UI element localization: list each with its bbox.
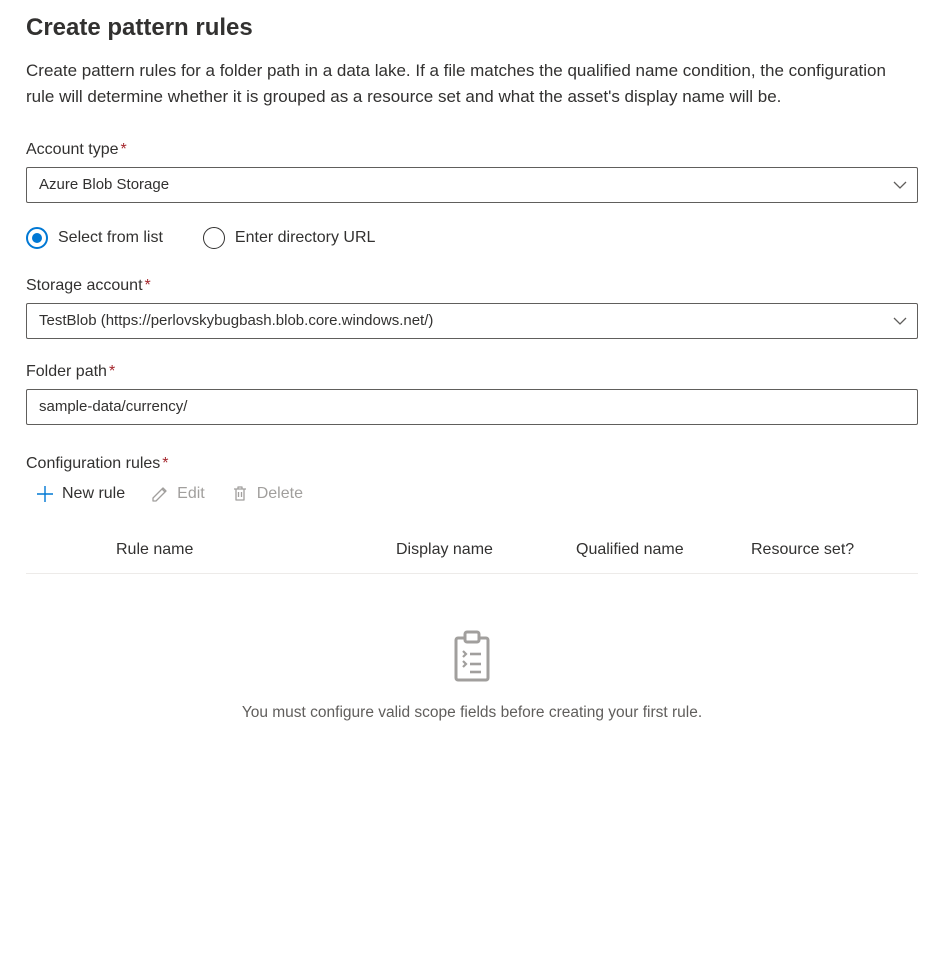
empty-message: You must configure valid scope fields be… [26,704,918,722]
empty-rules-area: You must configure valid scope fields be… [26,574,918,722]
new-rule-label: New rule [62,485,125,503]
storage-account-value: TestBlob (https://perlovskybugbash.blob.… [39,312,433,329]
config-rules-label: Configuration rules* [26,455,918,473]
edit-icon [151,485,169,503]
page-title: Create pattern rules [26,14,918,42]
col-header-rule-name: Rule name [116,541,396,559]
delete-label: Delete [257,485,303,503]
col-header-display-name: Display name [396,541,576,559]
delete-button: Delete [231,485,303,503]
radio-icon-selected [26,227,48,249]
page-description: Create pattern rules for a folder path i… [26,58,918,111]
edit-button: Edit [151,485,205,503]
account-type-label: Account type* [26,141,918,159]
radio-icon-unselected [203,227,225,249]
radio-enter-directory-url[interactable]: Enter directory URL [203,227,376,249]
chevron-down-icon [893,178,907,192]
radio-select-from-list-label: Select from list [58,229,163,247]
edit-label: Edit [177,485,205,503]
radio-select-from-list[interactable]: Select from list [26,227,163,249]
col-header-qualified-name: Qualified name [576,541,751,559]
folder-path-label: Folder path* [26,363,918,381]
clipboard-icon [450,630,494,684]
required-marker: * [109,363,115,380]
trash-icon [231,485,249,503]
required-marker: * [162,455,168,472]
col-header-resource-set: Resource set? [751,541,918,559]
new-rule-button[interactable]: New rule [36,485,125,503]
folder-path-input[interactable] [26,389,918,425]
required-marker: * [145,277,151,294]
required-marker: * [121,141,127,158]
account-type-select[interactable]: Azure Blob Storage [26,167,918,203]
plus-icon [36,485,54,503]
storage-account-label: Storage account* [26,277,918,295]
rules-table-header: Rule name Display name Qualified name Re… [26,527,918,574]
storage-account-select[interactable]: TestBlob (https://perlovskybugbash.blob.… [26,303,918,339]
account-type-value: Azure Blob Storage [39,176,169,193]
radio-enter-url-label: Enter directory URL [235,229,376,247]
chevron-down-icon [893,314,907,328]
